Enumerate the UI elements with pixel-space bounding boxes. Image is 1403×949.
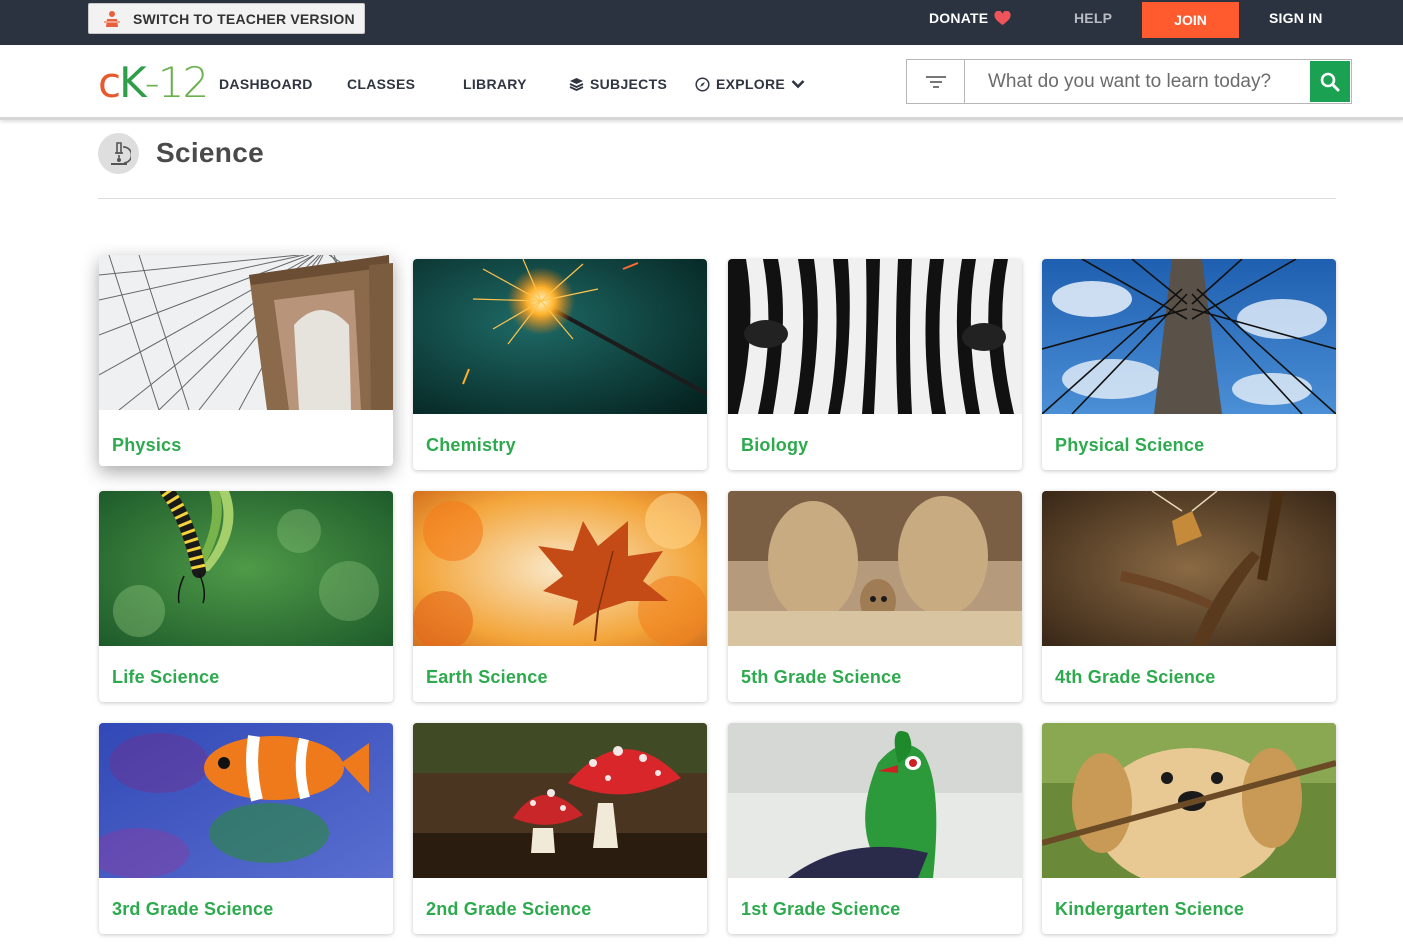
caterpillar-photo xyxy=(99,491,393,646)
subject-card-label: Chemistry xyxy=(426,435,516,455)
logo-k: K xyxy=(119,58,147,107)
filter-icon xyxy=(925,75,946,88)
divider xyxy=(98,198,1336,199)
clownfish-photo xyxy=(99,723,393,878)
nav-dashboard[interactable]: DASHBOARD xyxy=(219,76,313,92)
search-box xyxy=(906,59,1352,104)
subject-card-label: 5th Grade Science xyxy=(741,667,902,687)
page-title: Science xyxy=(156,137,264,168)
help-link[interactable]: HELP xyxy=(1074,10,1112,26)
join-button[interactable]: JOIN xyxy=(1142,2,1239,38)
sign-in-link[interactable]: SIGN IN xyxy=(1269,10,1323,26)
subject-card-label: Biology xyxy=(741,435,809,455)
subject-card-label: Kindergarten Science xyxy=(1055,899,1245,919)
main-nav: cK-12 DASHBOARD CLASSES LIBRARY SUBJECTS… xyxy=(0,45,1403,120)
search-input[interactable] xyxy=(966,60,1310,103)
mushroom-photo xyxy=(413,723,707,878)
dragonfly-photo xyxy=(1042,491,1336,646)
bridge-photo xyxy=(99,255,393,410)
search-button[interactable] xyxy=(1310,61,1350,102)
subject-card-label: 3rd Grade Science xyxy=(112,899,274,919)
subject-card-label: 4th Grade Science xyxy=(1055,667,1216,687)
subject-card-label: 2nd Grade Science xyxy=(426,899,592,919)
chevron-down-icon xyxy=(791,80,805,89)
puppy-photo xyxy=(1042,723,1336,878)
subject-card-biology[interactable]: Biology xyxy=(728,259,1022,470)
subject-card-physics[interactable]: Physics xyxy=(99,255,393,466)
donate-link[interactable]: DONATE xyxy=(929,10,1011,26)
microscope-icon xyxy=(98,133,139,174)
compass-icon xyxy=(695,76,710,92)
top-bar: SWITCH TO TEACHER VERSION DONATE HELP JO… xyxy=(0,0,1403,45)
subject-card-label: Physics xyxy=(112,435,182,455)
nav-subjects-label: SUBJECTS xyxy=(590,76,668,92)
power-pole-photo xyxy=(1042,259,1336,414)
layers-icon xyxy=(569,78,584,91)
green-bird-photo xyxy=(728,723,1022,878)
sparkler-photo xyxy=(413,259,707,414)
heart-icon xyxy=(994,10,1011,25)
subject-card-label: Earth Science xyxy=(426,667,548,687)
nav-library[interactable]: LIBRARY xyxy=(463,76,527,92)
filter-button[interactable] xyxy=(907,60,965,103)
nav-explore[interactable]: EXPLORE xyxy=(695,76,805,92)
subject-card-life-science[interactable]: Life Science xyxy=(99,491,393,702)
logo-c: c xyxy=(98,58,121,107)
subject-card-label: 1st Grade Science xyxy=(741,899,901,919)
subject-card-chemistry[interactable]: Chemistry xyxy=(413,259,707,470)
subject-card-kindergarten-science[interactable]: Kindergarten Science xyxy=(1042,723,1336,934)
meerkat-photo xyxy=(728,491,1022,646)
teacher-icon xyxy=(104,10,120,27)
nav-explore-label: EXPLORE xyxy=(716,76,786,92)
switch-teacher-version-label: SWITCH TO TEACHER VERSION xyxy=(133,10,355,27)
subject-card-label: Life Science xyxy=(112,667,220,687)
subject-card-4th-grade-science[interactable]: 4th Grade Science xyxy=(1042,491,1336,702)
donate-label: DONATE xyxy=(929,10,989,26)
subject-card-1st-grade-science[interactable]: 1st Grade Science xyxy=(728,723,1022,934)
logo-12: -12 xyxy=(144,58,210,107)
ck12-logo[interactable]: cK-12 xyxy=(98,58,210,107)
zebra-photo xyxy=(728,259,1022,414)
nav-classes[interactable]: CLASSES xyxy=(347,76,415,92)
subject-card-physical-science[interactable]: Physical Science xyxy=(1042,259,1336,470)
switch-teacher-version-button[interactable]: SWITCH TO TEACHER VERSION xyxy=(88,3,365,34)
subject-card-earth-science[interactable]: Earth Science xyxy=(413,491,707,702)
autumn-leaf-photo xyxy=(413,491,707,646)
subject-card-label: Physical Science xyxy=(1055,435,1205,455)
nav-subjects[interactable]: SUBJECTS xyxy=(569,76,667,92)
search-icon xyxy=(1320,72,1340,91)
subject-card-3rd-grade-science[interactable]: 3rd Grade Science xyxy=(99,723,393,934)
subject-card-2nd-grade-science[interactable]: 2nd Grade Science xyxy=(413,723,707,934)
subject-card-5th-grade-science[interactable]: 5th Grade Science xyxy=(728,491,1022,702)
